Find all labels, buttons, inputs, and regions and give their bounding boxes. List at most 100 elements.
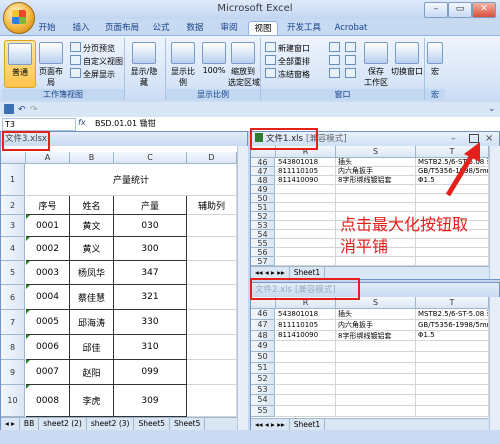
tab-insert[interactable]: 插入 bbox=[68, 21, 94, 35]
full-screen-button[interactable]: 全屏显示 bbox=[70, 68, 115, 79]
tab-page-layout[interactable]: 页面布局 bbox=[102, 21, 142, 35]
table-cell[interactable] bbox=[416, 363, 489, 374]
minimize-button[interactable]: – bbox=[424, 2, 448, 18]
zoom-selection-button[interactable]: 缩放到 选定区域 bbox=[228, 40, 260, 87]
zoom-100-button[interactable]: 100% bbox=[199, 40, 229, 86]
table-cell[interactable]: 811410090 bbox=[276, 176, 336, 185]
split-button[interactable] bbox=[329, 42, 342, 53]
tab-formulas[interactable]: 公式 bbox=[148, 21, 174, 35]
table-cell[interactable] bbox=[336, 373, 416, 385]
table-cell[interactable]: 310 bbox=[114, 335, 187, 360]
table-cell[interactable] bbox=[276, 239, 336, 248]
table-cell[interactable]: 邱佳 bbox=[70, 335, 114, 360]
table-cell[interactable]: 0006 bbox=[26, 335, 70, 360]
table-cell[interactable]: 030 bbox=[114, 215, 187, 237]
table-cell[interactable] bbox=[416, 406, 489, 417]
reset-position-button[interactable] bbox=[345, 68, 358, 79]
table-cell[interactable] bbox=[276, 395, 336, 407]
tab-view[interactable]: 视图 bbox=[248, 21, 278, 36]
table-cell[interactable]: 李虎 bbox=[70, 385, 114, 417]
sheet-tab[interactable]: sheet2 (2) bbox=[39, 418, 87, 430]
row-header[interactable]: 47 bbox=[251, 167, 275, 176]
row-header[interactable]: 53 bbox=[251, 384, 275, 396]
table-cell[interactable] bbox=[276, 230, 336, 239]
vertical-scrollbar[interactable] bbox=[237, 146, 248, 431]
table-cell[interactable] bbox=[276, 384, 336, 396]
row-header[interactable]: 55 bbox=[251, 239, 275, 248]
new-window-button[interactable]: 新建窗口 bbox=[265, 42, 310, 53]
row-header[interactable]: 9 bbox=[1, 360, 25, 385]
vertical-scrollbar[interactable] bbox=[489, 297, 500, 431]
table-cell[interactable]: 330 bbox=[114, 310, 187, 335]
row-header[interactable]: 54 bbox=[251, 230, 275, 239]
table-cell[interactable]: 811410090 bbox=[276, 330, 336, 342]
table-cell[interactable]: 0002 bbox=[26, 237, 70, 261]
table-cell[interactable]: 赵阳 bbox=[70, 360, 114, 385]
table-cell[interactable]: 黄文 bbox=[70, 215, 114, 237]
table-cell[interactable] bbox=[187, 261, 237, 285]
name-box[interactable]: T3 bbox=[2, 118, 76, 131]
table-cell[interactable] bbox=[416, 341, 489, 353]
chevron-down-icon[interactable]: ⌄ bbox=[488, 104, 496, 114]
table-cell[interactable]: 8字形绑线镀铝套 bbox=[336, 330, 416, 342]
row-header[interactable]: 10 bbox=[1, 385, 25, 417]
table-cell[interactable] bbox=[336, 257, 416, 266]
vertical-scrollbar[interactable] bbox=[489, 146, 500, 279]
table-cell[interactable]: 099 bbox=[114, 360, 187, 385]
table-cell[interactable] bbox=[416, 203, 489, 212]
column-header-t[interactable]: T bbox=[416, 297, 489, 309]
fx-icon[interactable]: fx bbox=[78, 118, 86, 127]
table-cell[interactable] bbox=[276, 406, 336, 417]
title-cell[interactable]: 产量统计 bbox=[26, 164, 237, 196]
table-cell[interactable]: 321 bbox=[114, 285, 187, 310]
tab-review[interactable]: 审阅 bbox=[216, 21, 242, 35]
row-header[interactable]: 46 bbox=[251, 309, 275, 320]
column-header-c[interactable]: C bbox=[114, 152, 187, 164]
table-cell[interactable] bbox=[276, 373, 336, 385]
table-cell[interactable]: 0004 bbox=[26, 285, 70, 310]
table-cell[interactable]: 309 bbox=[114, 385, 187, 417]
hide-window-button[interactable] bbox=[329, 55, 342, 66]
office-button[interactable] bbox=[3, 2, 35, 34]
row-header[interactable]: 50 bbox=[251, 194, 275, 203]
save-icon[interactable] bbox=[4, 104, 14, 114]
table-cell[interactable]: 蔡佳慧 bbox=[70, 285, 114, 310]
macros-button[interactable]: 宏 bbox=[425, 40, 445, 86]
column-header-a[interactable]: A bbox=[26, 152, 70, 164]
tab-data[interactable]: 数据 bbox=[182, 21, 208, 35]
tab-home[interactable]: 开始 bbox=[34, 21, 60, 35]
row-header[interactable]: 51 bbox=[251, 203, 275, 212]
column-header-s[interactable]: S bbox=[336, 146, 416, 158]
table-cell[interactable] bbox=[187, 360, 237, 385]
side-by-side-button[interactable] bbox=[345, 42, 358, 53]
row-header[interactable]: 49 bbox=[251, 341, 275, 353]
tab-acrobat[interactable]: Acrobat bbox=[332, 21, 370, 35]
row-header[interactable]: 8 bbox=[1, 335, 25, 360]
row-header[interactable]: 48 bbox=[251, 330, 275, 342]
header-cell[interactable]: 姓名 bbox=[70, 196, 114, 215]
row-header[interactable]: 56 bbox=[251, 248, 275, 257]
row-header[interactable]: 52 bbox=[251, 373, 275, 385]
table-cell[interactable]: 0001 bbox=[26, 215, 70, 237]
table-cell[interactable]: 0008 bbox=[26, 385, 70, 417]
table-cell[interactable] bbox=[276, 212, 336, 221]
row-header[interactable]: 4 bbox=[1, 237, 25, 261]
row-header[interactable]: 48 bbox=[251, 176, 275, 185]
row-header[interactable]: 55 bbox=[251, 406, 275, 417]
tab-developer[interactable]: 开发工具 bbox=[284, 21, 324, 35]
header-cell[interactable]: 产量 bbox=[114, 196, 187, 215]
table-cell[interactable] bbox=[276, 194, 336, 203]
table-cell[interactable] bbox=[276, 185, 336, 194]
table-cell[interactable]: 内六角扳手 bbox=[336, 319, 416, 331]
table-cell[interactable]: 543801018 bbox=[276, 309, 336, 320]
table-cell[interactable] bbox=[276, 248, 336, 257]
table-cell[interactable]: 插头 bbox=[336, 158, 416, 167]
table-cell[interactable]: 内六角扳手 bbox=[336, 167, 416, 176]
table-cell[interactable]: 811110105 bbox=[276, 319, 336, 331]
row-header[interactable]: 7 bbox=[1, 310, 25, 335]
table-cell[interactable] bbox=[276, 341, 336, 353]
table-cell[interactable]: 8字形绑线镀铝套 bbox=[336, 176, 416, 185]
table-cell[interactable] bbox=[336, 363, 416, 374]
table-cell[interactable] bbox=[187, 385, 237, 417]
table-cell[interactable]: 杨凤华 bbox=[70, 261, 114, 285]
